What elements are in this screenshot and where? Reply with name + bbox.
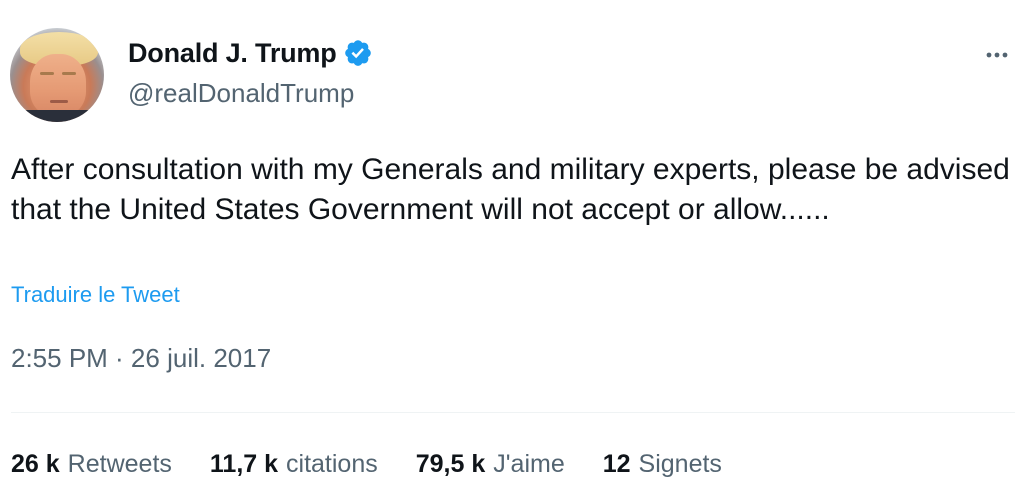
tweet-text: After consultation with my Generals and … <box>11 153 1019 226</box>
more-horizontal-icon[interactable] <box>982 40 1012 70</box>
stat-quotes[interactable]: 11,7 k citations <box>210 450 378 479</box>
stat-count: 26 k <box>11 450 60 478</box>
stat-likes[interactable]: 79,5 k J'aime <box>416 450 565 479</box>
stat-retweets[interactable]: 26 k Retweets <box>11 450 172 479</box>
stat-count: 79,5 k <box>415 450 486 478</box>
avatar-brow-left <box>40 72 54 75</box>
divider <box>11 412 1015 413</box>
avatar-suit <box>16 110 100 122</box>
author-name-row: Donald J. Trump <box>128 36 373 70</box>
avatar-face <box>30 54 86 116</box>
stat-label: Retweets <box>67 450 172 478</box>
stat-label: citations <box>286 450 378 478</box>
translate-tweet-link[interactable]: Traduire le Tweet <box>11 282 180 308</box>
author-handle[interactable]: @realDonaldTrump <box>128 78 354 109</box>
verified-badge-icon <box>343 38 373 68</box>
engagement-stats: 26 k Retweets 11,7 k citations 79,5 k J'… <box>11 450 722 479</box>
stat-count: 12 <box>602 450 631 478</box>
stat-label: Signets <box>638 450 722 478</box>
stat-label: J'aime <box>493 450 565 478</box>
stat-bookmarks[interactable]: 12 Signets <box>603 450 722 479</box>
stat-count: 11,7 k <box>209 450 279 478</box>
avatar[interactable] <box>10 28 104 122</box>
author-display-name[interactable]: Donald J. Trump <box>128 38 337 69</box>
avatar-mouth <box>50 100 68 103</box>
tweet-card: Donald J. Trump @realDonaldTrump After c… <box>0 0 1023 494</box>
avatar-brow-right <box>62 72 76 75</box>
tweet-timestamp[interactable]: 2:55 PM · 26 juil. 2017 <box>11 343 271 374</box>
